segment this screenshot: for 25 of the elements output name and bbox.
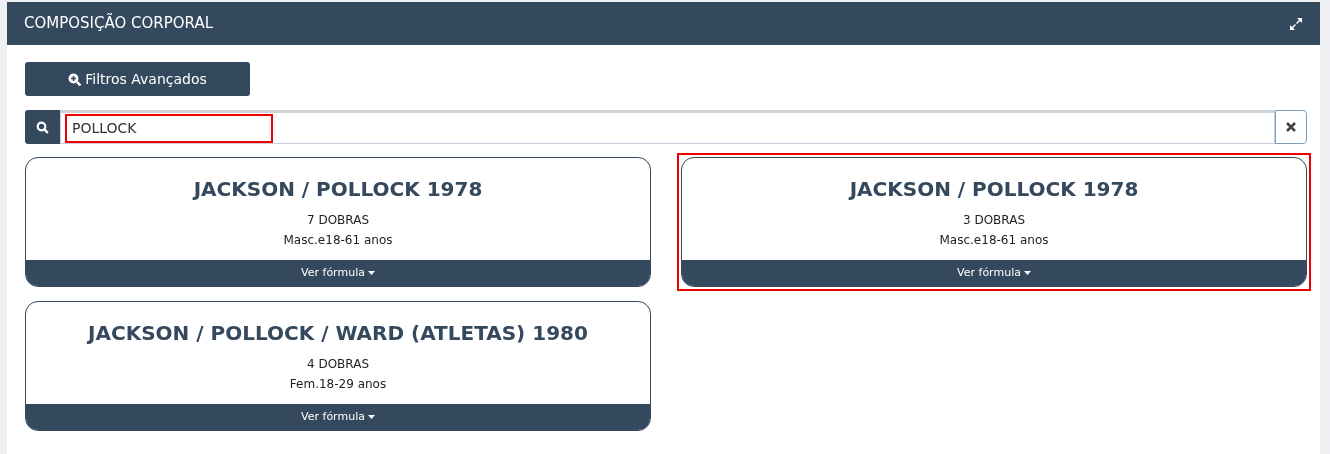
view-formula-button[interactable]: Ver fórmula xyxy=(682,260,1306,286)
group-label: Fem.18-29 anos xyxy=(288,376,388,393)
search-field[interactable]: POLLOCK xyxy=(60,110,1275,144)
folds-count: 4 DOBRAS xyxy=(305,356,370,373)
caret-icon xyxy=(1023,271,1031,275)
folds-count: 7 DOBRAS xyxy=(305,212,370,229)
folds-count: 3 DOBRAS xyxy=(961,212,1026,229)
close-icon xyxy=(1286,122,1296,132)
advanced-filters-button[interactable]: Filtros Avançados xyxy=(25,62,250,96)
card-title: JACKSON / POLLOCK / WARD (ATLETAS) 1980 xyxy=(86,320,589,347)
view-formula-button[interactable]: Ver fórmula xyxy=(26,404,650,430)
search-button[interactable] xyxy=(25,110,60,144)
panel-title: COMPOSIÇÃO CORPORAL xyxy=(24,12,214,35)
search-term: POLLOCK xyxy=(65,113,273,143)
clear-button[interactable] xyxy=(1275,110,1307,144)
caret-icon xyxy=(367,271,375,275)
caret-icon xyxy=(367,415,375,419)
card-title: JACKSON / POLLOCK 1978 xyxy=(847,176,1140,203)
search-icon xyxy=(36,120,49,134)
card-title: JACKSON / POLLOCK 1978 xyxy=(191,176,484,203)
group-label: Masc.e18-61 anos xyxy=(938,232,1050,249)
zoom-in-icon xyxy=(68,72,82,86)
group-label: Masc.e18-61 anos xyxy=(282,232,394,249)
view-formula-button[interactable]: Ver fórmula xyxy=(26,260,650,286)
expand-icon[interactable] xyxy=(1289,16,1303,31)
